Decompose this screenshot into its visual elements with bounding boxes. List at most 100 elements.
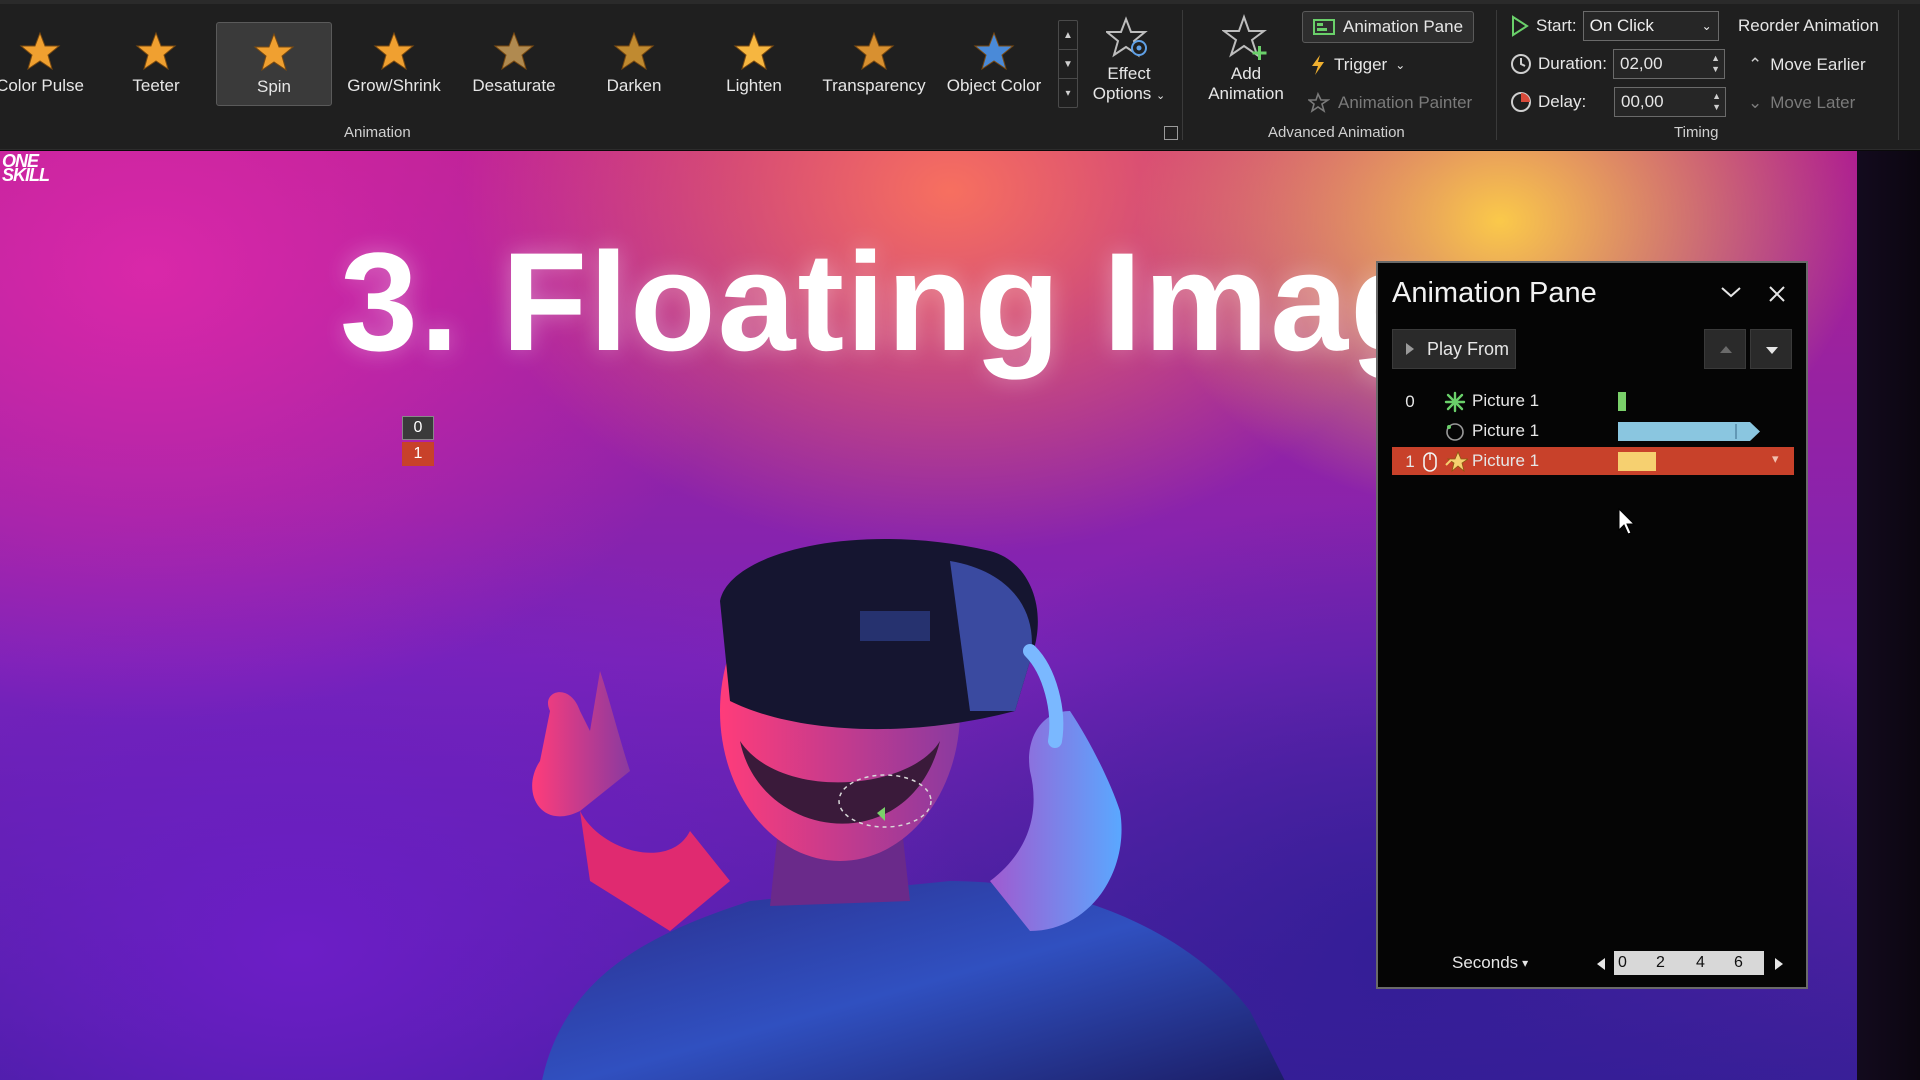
scale-tick: 0	[1618, 954, 1627, 971]
timeline-bar[interactable]	[1618, 392, 1626, 411]
gallery-scroll-down-button[interactable]: ▼	[1059, 50, 1077, 79]
animation-painter-label: Animation Painter	[1338, 93, 1473, 112]
add-animation-icon	[1222, 14, 1267, 60]
vr-person-picture[interactable]	[430, 411, 1410, 1080]
entrance-burst-icon	[1444, 391, 1466, 413]
item-dropdown-chevron-icon[interactable]: ▾	[1772, 451, 1779, 467]
effect-label: Transparency	[822, 76, 926, 95]
effect-desaturate[interactable]: Desaturate	[456, 22, 572, 106]
one-skill-logo: ONE SKILL	[2, 152, 60, 184]
effect-options-button[interactable]: Effect Options ⌄	[1088, 16, 1170, 106]
animation-painter-button[interactable]: Animation Painter	[1308, 88, 1472, 118]
star-lighten-icon	[733, 31, 775, 71]
group-separator	[1496, 10, 1497, 140]
add-animation-label: Add Animation	[1208, 64, 1284, 103]
animation-list-item[interactable]: 0 Picture 1	[1392, 387, 1794, 415]
animation-gallery: Color Pulse Teeter Spin Grow/Shrink Desatura…	[0, 20, 1060, 110]
move-earlier-button[interactable]: ⌃ Move Earlier	[1748, 50, 1866, 80]
trigger-label: Trigger	[1334, 55, 1388, 74]
seconds-dropdown[interactable]: Seconds ▾	[1452, 953, 1528, 973]
close-icon[interactable]	[1768, 285, 1786, 303]
effect-label: Teeter	[132, 76, 180, 95]
powerpoint-window: Color Pulse Teeter Spin Grow/Shrink Desatura…	[0, 0, 1920, 1080]
star-color-pulse-icon	[19, 31, 61, 71]
timeline-bar[interactable]	[1618, 422, 1766, 441]
star-darken-icon	[613, 31, 655, 71]
mouse-cursor-icon	[1618, 508, 1636, 535]
effect-options-chevron-icon: ⌄	[1156, 90, 1166, 102]
seconds-chevron-icon: ▾	[1522, 956, 1529, 970]
effect-object-color[interactable]: Object Color	[936, 22, 1052, 106]
trigger-chevron-icon: ⌄	[1395, 58, 1406, 72]
animation-item-name: Picture 1	[1472, 421, 1540, 440]
move-down-button[interactable]	[1750, 329, 1792, 369]
timeline-scale[interactable]: 0 2 4 6	[1614, 951, 1764, 975]
duration-arrows-icon[interactable]: ▲ ▼	[1711, 53, 1720, 75]
effect-color-pulse[interactable]: Color Pulse	[0, 22, 98, 106]
effect-lighten[interactable]: Lighten	[696, 22, 812, 106]
star-object-color-icon	[973, 31, 1015, 71]
scale-tick: 2	[1656, 954, 1665, 971]
gallery-more-button[interactable]: ▾	[1059, 79, 1077, 108]
timeline-scroll-left-icon[interactable]	[1596, 957, 1606, 971]
ribbon: Color Pulse Teeter Spin Grow/Shrink Desatura…	[0, 0, 1920, 150]
star-teeter-icon	[135, 31, 177, 71]
animation-order-number: 1	[1405, 452, 1415, 471]
play-from-button[interactable]: Play From	[1392, 329, 1516, 369]
add-animation-button[interactable]: Add Animation	[1194, 14, 1298, 104]
animation-list-item[interactable]: Picture 1	[1392, 417, 1794, 445]
star-spin-icon	[253, 32, 295, 72]
timeline-scroll-right-icon[interactable]	[1774, 957, 1784, 971]
animation-pane: Animation Pane Play From 0 Picture 1 Pic…	[1376, 261, 1808, 989]
effect-label: Grow/Shrink	[347, 76, 441, 95]
trigger-button[interactable]: Trigger ⌄	[1310, 50, 1405, 80]
animation-group-label: Animation	[344, 124, 411, 141]
timing-group-label: Timing	[1674, 124, 1719, 141]
move-later-label: Move Later	[1770, 93, 1856, 112]
start-chevron-icon: ⌄	[1701, 19, 1712, 33]
scale-tick: 4	[1696, 954, 1705, 971]
start-dropdown[interactable]: On Click ⌄	[1582, 11, 1719, 41]
effect-spin[interactable]: Spin	[216, 22, 332, 106]
gallery-scroll-up-button[interactable]: ▲	[1059, 21, 1077, 50]
slide-area-edge	[1857, 151, 1920, 1080]
effect-label: Spin	[256, 77, 292, 96]
play-from-label: Play From	[1427, 338, 1510, 359]
animation-list-item-selected[interactable]: 1 Picture 1 ▾	[1392, 447, 1794, 475]
timeline-footer: Seconds ▾ 0 2 4 6	[1378, 949, 1806, 979]
effect-label: Darken	[606, 76, 662, 95]
triangle-up-icon	[1720, 346, 1732, 353]
group-separator	[1182, 10, 1183, 140]
play-icon	[1512, 15, 1529, 37]
effect-label: Lighten	[726, 76, 782, 95]
move-up-button[interactable]	[1704, 329, 1746, 369]
effect-darken[interactable]: Darken	[576, 22, 692, 106]
scale-tick: 6	[1734, 954, 1743, 971]
pane-options-chevron-icon[interactable]	[1720, 285, 1742, 299]
effect-teeter[interactable]: Teeter	[98, 22, 214, 106]
effect-label: Desaturate	[472, 76, 556, 95]
motion-path-marker[interactable]	[835, 771, 935, 841]
animation-item-name: Picture 1	[1472, 391, 1540, 410]
chevron-down-icon: ⌄	[1748, 93, 1763, 112]
delay-label: Delay:	[1538, 92, 1587, 111]
animation-dialog-launcher-icon[interactable]	[1164, 126, 1178, 140]
timeline-bar[interactable]	[1618, 452, 1656, 471]
clock-icon	[1511, 54, 1531, 74]
delay-arrows-icon[interactable]: ▲ ▼	[1712, 91, 1721, 113]
delay-spinner[interactable]: 00,00 ▲ ▼	[1614, 87, 1726, 117]
animation-painter-icon	[1308, 92, 1330, 113]
motion-path-circle-icon	[1446, 423, 1464, 441]
duration-spinner[interactable]: 02,00 ▲ ▼	[1612, 49, 1725, 79]
emphasis-star-icon	[1445, 451, 1468, 473]
star-grow-shrink-icon	[373, 31, 415, 71]
effect-grow-shrink[interactable]: Grow/Shrink	[336, 22, 452, 106]
animation-pane-label: Animation Pane	[1343, 17, 1464, 36]
animation-pane-button[interactable]: Animation Pane	[1302, 11, 1475, 43]
animation-pane-title: Animation Pane	[1392, 277, 1597, 309]
effect-transparency[interactable]: Transparency	[816, 22, 932, 106]
star-desaturate-icon	[493, 31, 535, 71]
move-later-button[interactable]: ⌄ Move Later	[1748, 88, 1855, 118]
slide-title[interactable]: 3. Floating Imag	[340, 221, 1438, 383]
reorder-label: Reorder Animation	[1738, 16, 1879, 35]
